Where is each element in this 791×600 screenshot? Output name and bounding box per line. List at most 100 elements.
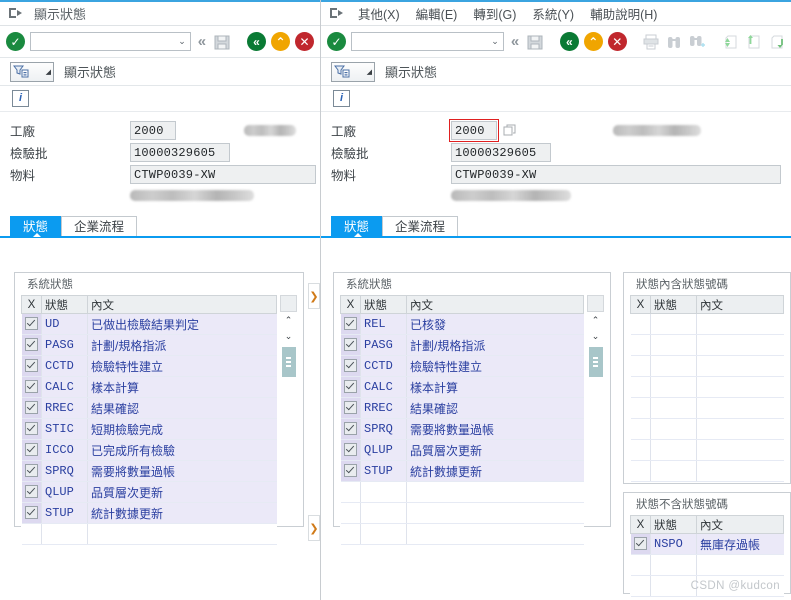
row-checkbox-cell[interactable] <box>340 355 361 377</box>
col-header-x[interactable]: X <box>630 515 651 534</box>
chevron-down-icon[interactable]: ⌄ <box>491 36 499 47</box>
checkbox-checked-icon[interactable] <box>343 317 357 331</box>
col-header-x[interactable]: X <box>21 295 42 314</box>
tab-business-process[interactable]: 企業流程 <box>61 216 138 236</box>
scroll-thumb[interactable] <box>588 347 603 377</box>
table-row[interactable]: CALC 樣本計算 <box>340 376 584 398</box>
checkbox-checked-icon[interactable] <box>24 443 38 457</box>
row-checkbox-cell[interactable] <box>21 376 42 398</box>
checkbox-checked-icon[interactable] <box>343 380 357 394</box>
checkbox-checked-icon[interactable] <box>24 338 38 352</box>
row-checkbox-cell[interactable] <box>21 334 42 356</box>
checkbox-checked-icon[interactable] <box>24 401 38 415</box>
col-header-text[interactable]: 內文 <box>406 295 584 314</box>
chevron-down-icon[interactable]: ⌄ <box>178 36 186 47</box>
table-row[interactable]: REL 已核發 <box>340 313 584 335</box>
row-checkbox-cell[interactable] <box>21 313 42 335</box>
menu-item-other[interactable]: 其他(X) <box>355 3 403 24</box>
row-checkbox-cell[interactable] <box>630 533 651 555</box>
table-row[interactable]: RREC 結果確認 <box>21 397 277 419</box>
back-chevrons-icon[interactable]: « <box>196 34 208 49</box>
table-row-empty[interactable] <box>630 397 784 419</box>
left-system-status-scrollbar[interactable]: ⌃ ⌄ <box>280 295 297 522</box>
row-checkbox-cell[interactable] <box>21 502 42 524</box>
table-row-empty[interactable] <box>21 523 277 545</box>
table-row-empty[interactable] <box>630 355 784 377</box>
right-system-status-scrollbar[interactable]: ⌃ ⌄ <box>587 295 604 522</box>
table-row[interactable]: QLUP 品質層次更新 <box>340 439 584 461</box>
tcode-select-icon[interactable]: ◢ <box>10 61 54 82</box>
exit-up-circle-icon[interactable]: ⌃ <box>583 32 603 51</box>
back-circle-icon[interactable]: « <box>559 32 579 51</box>
info-icon[interactable]: i <box>333 90 350 107</box>
chevron-up-icon[interactable]: ⌃ <box>281 312 296 328</box>
col-header-text[interactable]: 內文 <box>696 295 784 314</box>
row-checkbox-cell[interactable] <box>340 334 361 356</box>
exit-icon[interactable] <box>8 7 24 21</box>
input-material[interactable]: CTWP0039-XW <box>130 165 316 184</box>
scroll-thumb[interactable] <box>281 347 296 377</box>
col-header-text[interactable]: 內文 <box>87 295 277 314</box>
table-row[interactable]: SPRQ 需要將數量過帳 <box>340 418 584 440</box>
checkbox-checked-icon[interactable] <box>24 506 38 520</box>
input-plant[interactable]: 2000 <box>449 119 499 142</box>
exit-icon[interactable] <box>329 7 345 21</box>
checkbox-checked-icon[interactable] <box>24 464 38 478</box>
table-row-empty[interactable] <box>340 523 584 545</box>
row-checkbox-cell[interactable] <box>21 355 42 377</box>
chevron-down-icon[interactable]: ⌄ <box>281 328 296 344</box>
table-row[interactable]: CCTD 檢驗特性建立 <box>21 355 277 377</box>
info-icon[interactable]: i <box>12 90 29 107</box>
col-header-status[interactable]: 狀態 <box>650 515 697 534</box>
table-row[interactable]: UD 已做出檢驗結果判定 <box>21 313 277 335</box>
input-inspection-lot[interactable]: 10000329605 <box>130 143 230 162</box>
checkbox-checked-icon[interactable] <box>24 380 38 394</box>
table-row[interactable]: NSPO 無庫存過帳 <box>630 533 784 555</box>
tcode-caret-icon[interactable]: ◢ <box>46 68 51 76</box>
save-disk-icon[interactable] <box>213 33 231 51</box>
table-row[interactable]: CCTD 檢驗特性建立 <box>340 355 584 377</box>
input-plant[interactable]: 2000 <box>130 121 176 140</box>
table-row[interactable]: STUP 統計數據更新 <box>21 502 277 524</box>
back-chevrons-icon[interactable]: « <box>509 34 521 49</box>
f4-help-icon[interactable] <box>503 124 517 138</box>
col-header-x[interactable]: X <box>630 295 651 314</box>
row-checkbox-cell[interactable] <box>340 376 361 398</box>
enter-check-icon[interactable]: ✓ <box>327 32 346 51</box>
row-checkbox-cell[interactable] <box>340 439 361 461</box>
table-row[interactable]: QLUP 品質層次更新 <box>21 481 277 503</box>
table-row-empty[interactable] <box>630 313 784 335</box>
row-checkbox-cell[interactable] <box>340 313 361 335</box>
table-row[interactable]: RREC 結果確認 <box>340 397 584 419</box>
table-row[interactable]: STUP 統計數據更新 <box>340 460 584 482</box>
checkbox-checked-icon[interactable] <box>24 485 38 499</box>
input-material[interactable]: CTWP0039-XW <box>451 165 781 184</box>
command-field[interactable]: ⌄ <box>351 32 504 51</box>
tab-business-process[interactable]: 企業流程 <box>382 216 459 236</box>
row-checkbox-cell[interactable] <box>21 481 42 503</box>
table-row-empty[interactable] <box>630 376 784 398</box>
row-checkbox-cell[interactable] <box>21 397 42 419</box>
checkbox-checked-icon[interactable] <box>24 359 38 373</box>
checkbox-checked-icon[interactable] <box>343 338 357 352</box>
checkbox-checked-icon[interactable] <box>343 443 357 457</box>
row-checkbox-cell[interactable] <box>21 418 42 440</box>
row-checkbox-cell[interactable] <box>340 460 361 482</box>
menu-item-goto[interactable]: 轉到(G) <box>470 3 519 24</box>
col-header-status[interactable]: 狀態 <box>360 295 407 314</box>
exit-up-circle-icon[interactable]: ⌃ <box>271 32 290 51</box>
checkbox-checked-icon[interactable] <box>343 359 357 373</box>
checkbox-checked-icon[interactable] <box>633 537 647 551</box>
chevron-down-icon[interactable]: ⌄ <box>588 328 603 344</box>
row-checkbox-cell[interactable] <box>21 460 42 482</box>
checkbox-checked-icon[interactable] <box>343 422 357 436</box>
table-row-empty[interactable] <box>340 502 584 524</box>
checkbox-checked-icon[interactable] <box>343 464 357 478</box>
table-row[interactable]: ICCO 已完成所有檢驗 <box>21 439 277 461</box>
scroll-top-box[interactable] <box>280 295 297 312</box>
back-circle-icon[interactable]: « <box>247 32 266 51</box>
col-header-text[interactable]: 內文 <box>696 515 784 534</box>
table-row-empty[interactable] <box>630 439 784 461</box>
input-inspection-lot[interactable]: 10000329605 <box>451 143 551 162</box>
menu-item-help[interactable]: 輔助說明(H) <box>587 3 660 24</box>
